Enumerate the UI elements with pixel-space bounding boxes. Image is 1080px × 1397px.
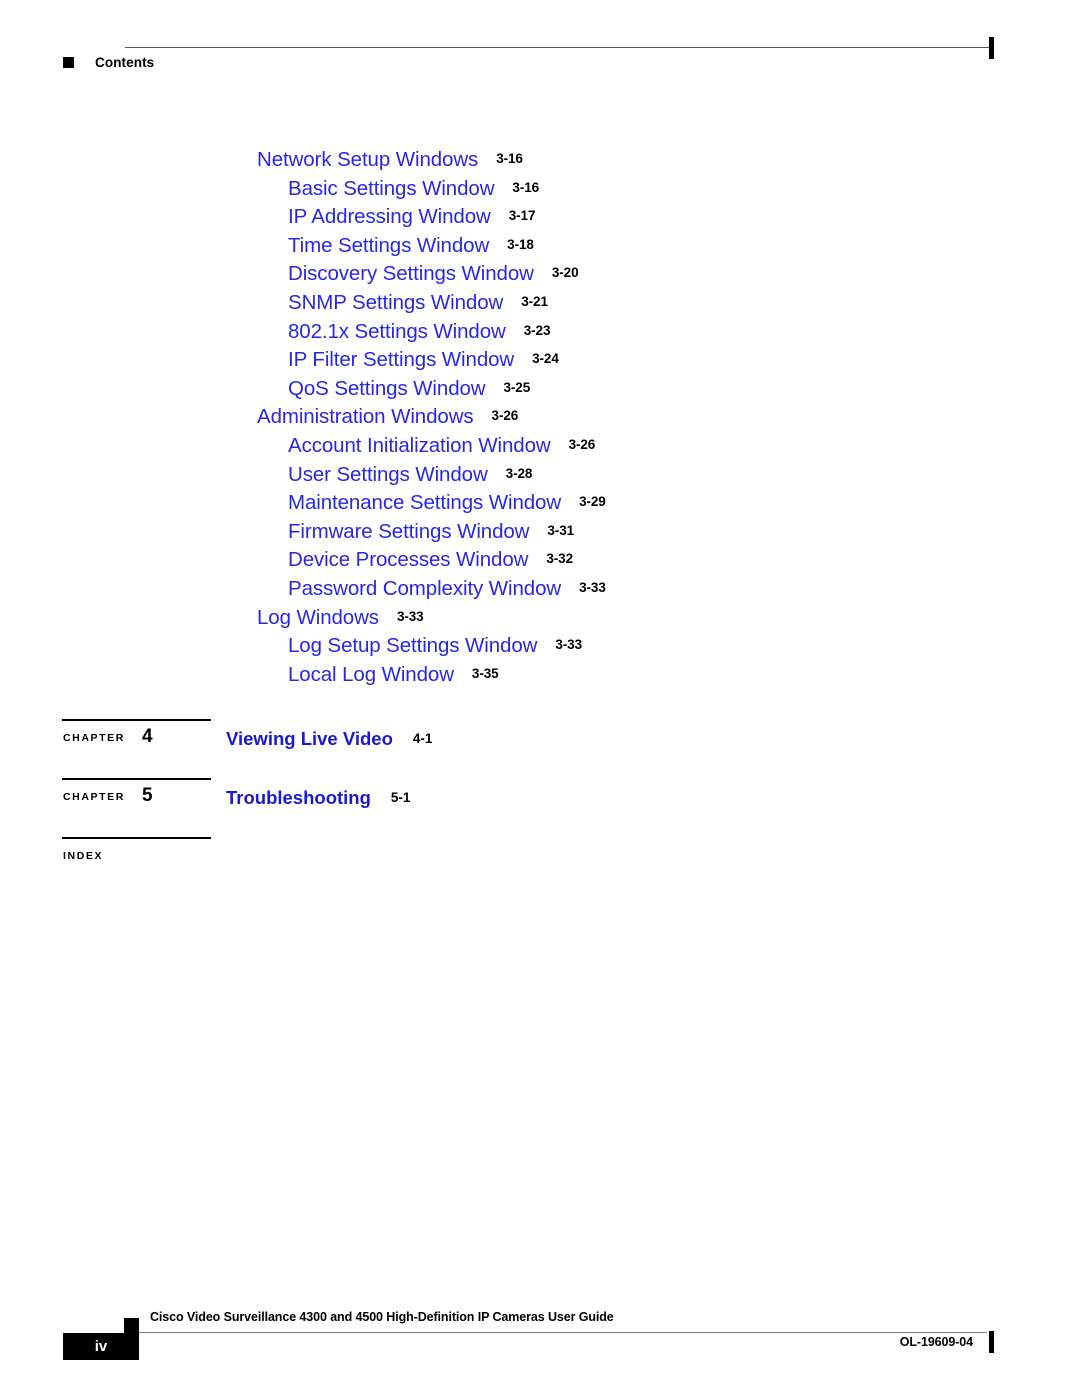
index-entry[interactable]: INDEX: [0, 837, 1080, 877]
chapter-title-text[interactable]: Viewing Live Video: [226, 728, 393, 749]
black-square-bullet-icon: [63, 57, 74, 68]
toc-entry-page-number: 3-18: [507, 236, 534, 252]
toc-entry[interactable]: IP Addressing Window 3-17: [0, 205, 1080, 234]
toc-entry[interactable]: SNMP Settings Window 3-21: [0, 291, 1080, 320]
chapter-entry[interactable]: CHAPTER 5 Troubleshooting 5-1: [0, 778, 1080, 837]
toc-entry-title[interactable]: User Settings Window: [288, 463, 488, 486]
chapter-label: CHAPTER: [63, 732, 125, 744]
toc-entry[interactable]: Time Settings Window 3-18: [0, 234, 1080, 263]
toc-entry[interactable]: IP Filter Settings Window 3-24: [0, 348, 1080, 377]
toc-entry-title[interactable]: Basic Settings Window: [288, 177, 495, 200]
toc-entry[interactable]: Basic Settings Window 3-16: [0, 177, 1080, 206]
toc-entry-page-number: 3-26: [568, 436, 596, 452]
toc-entry-title[interactable]: Log Setup Settings Window: [288, 634, 537, 657]
toc-entry[interactable]: User Settings Window 3-28: [0, 463, 1080, 492]
page-footer: Cisco Video Surveillance 4300 and 4500 H…: [0, 1300, 1080, 1397]
toc-entry[interactable]: Password Complexity Window 3-33: [0, 577, 1080, 606]
toc-entry-page-number: 3-31: [547, 522, 575, 538]
toc-entry[interactable]: Account Initialization Window 3-26: [0, 434, 1080, 463]
footer-page-number: iv: [94, 1338, 108, 1355]
toc-entry[interactable]: QoS Settings Window 3-25: [0, 377, 1080, 406]
chapter-title-link[interactable]: Viewing Live Video 4-1: [226, 728, 432, 750]
toc-entry-title[interactable]: Discovery Settings Window: [288, 262, 534, 285]
chapter-page-number: 4-1: [412, 731, 433, 746]
running-header-label: Contents: [95, 55, 155, 70]
footer-document-title: Cisco Video Surveillance 4300 and 4500 H…: [150, 1310, 614, 1324]
toc-entry-page-number: 3-29: [579, 494, 606, 510]
toc-entry[interactable]: Network Setup Windows 3-16: [0, 148, 1080, 177]
toc-entry[interactable]: Log Setup Settings Window 3-33: [0, 634, 1080, 663]
chapter-title-text[interactable]: Troubleshooting: [226, 787, 371, 808]
toc-entry-page-number: 3-23: [523, 322, 551, 338]
toc-entry-title[interactable]: Maintenance Settings Window: [288, 491, 561, 514]
toc-entry-page-number: 3-20: [551, 265, 579, 281]
toc-entry[interactable]: Local Log Window 3-35: [0, 663, 1080, 692]
toc-entry[interactable]: 802.1x Settings Window 3-23: [0, 320, 1080, 349]
toc-entry-title[interactable]: 802.1x Settings Window: [288, 320, 506, 343]
footer-divider-rule: [131, 1332, 987, 1333]
chapter-entries: CHAPTER 4 Viewing Live Video 4-1 CHAPTER 5 Tro…: [0, 719, 1080, 877]
toc-entry-title[interactable]: Log Windows: [257, 606, 379, 629]
chapter-entry[interactable]: CHAPTER 4 Viewing Live Video 4-1: [0, 719, 1080, 778]
chapter-number: 4: [142, 726, 153, 747]
toc-entry-title[interactable]: Password Complexity Window: [288, 577, 561, 600]
toc-entry-title[interactable]: Device Processes Window: [288, 548, 528, 571]
table-of-contents: Network Setup Windows 3-16 Basic Settings …: [0, 148, 1080, 691]
toc-entry-title[interactable]: QoS Settings Window: [288, 377, 486, 400]
header-edge-tick-mark: [989, 37, 994, 59]
toc-entry-page-number: 3-35: [471, 665, 499, 681]
header-divider-rule: [125, 47, 991, 48]
toc-entry-page-number: 3-24: [532, 351, 559, 367]
chapter-divider-rule: [62, 719, 211, 721]
index-divider-rule: [62, 837, 211, 839]
chapter-label: CHAPTER: [63, 791, 125, 803]
toc-entry[interactable]: Administration Windows 3-26: [0, 405, 1080, 434]
chapter-page-number: 5-1: [390, 790, 411, 805]
toc-entry-page-number: 3-25: [503, 379, 531, 395]
toc-entry-title[interactable]: Administration Windows: [257, 405, 474, 428]
chapter-number: 5: [142, 785, 153, 806]
chapter-divider-rule: [62, 778, 211, 780]
index-label: INDEX: [63, 850, 104, 862]
toc-entry[interactable]: Device Processes Window 3-32: [0, 548, 1080, 577]
toc-entry-title[interactable]: IP Addressing Window: [288, 205, 491, 228]
toc-entry-title[interactable]: Account Initialization Window: [288, 434, 551, 457]
toc-entry-title[interactable]: SNMP Settings Window: [288, 291, 503, 314]
toc-entry-page-number: 3-26: [491, 408, 519, 424]
footer-square-marker-icon: [124, 1318, 139, 1333]
toc-entry[interactable]: Firmware Settings Window 3-31: [0, 520, 1080, 549]
toc-entry-title[interactable]: Network Setup Windows: [257, 148, 478, 171]
toc-entry-page-number: 3-28: [505, 465, 533, 481]
running-header: Contents: [0, 0, 1080, 90]
toc-entry[interactable]: Maintenance Settings Window 3-29: [0, 491, 1080, 520]
toc-entry[interactable]: Discovery Settings Window 3-20: [0, 262, 1080, 291]
toc-entry-title[interactable]: Time Settings Window: [288, 234, 489, 257]
footer-edge-tick-mark: [989, 1331, 994, 1353]
toc-entry-page-number: 3-33: [555, 637, 582, 653]
toc-entry-page-number: 3-32: [546, 551, 573, 567]
toc-entry-page-number: 3-33: [396, 608, 424, 624]
toc-entry-title[interactable]: Local Log Window: [288, 663, 454, 686]
toc-entry-title[interactable]: IP Filter Settings Window: [288, 348, 514, 371]
toc-entry-page-number: 3-21: [521, 293, 548, 309]
toc-entry-page-number: 3-16: [496, 151, 523, 166]
chapter-title-link[interactable]: Troubleshooting 5-1: [226, 787, 410, 809]
toc-entry[interactable]: Log Windows 3-33: [0, 606, 1080, 635]
footer-document-id: OL-19609-04: [899, 1335, 973, 1349]
toc-entry-page-number: 3-16: [512, 179, 540, 195]
toc-entry-page-number: 3-33: [579, 579, 606, 595]
toc-entry-page-number: 3-17: [508, 208, 536, 224]
toc-entry-title[interactable]: Firmware Settings Window: [288, 520, 529, 543]
